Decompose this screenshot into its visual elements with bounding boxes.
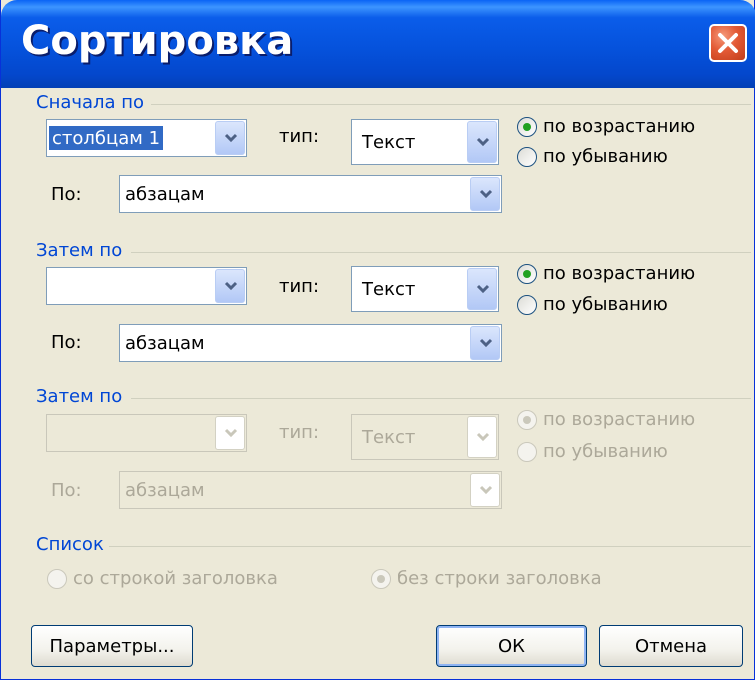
title-bar[interactable]: Сортировка: [1, 0, 755, 88]
section3-column-select[interactable]: [46, 414, 247, 452]
section3-label: Затем по: [36, 386, 123, 407]
dialog-title: Сортировка: [21, 18, 294, 64]
section1-asc-label[interactable]: по возрастанию: [543, 116, 695, 137]
chevron-down-icon: [215, 416, 245, 450]
chevron-down-icon[interactable]: [215, 269, 245, 303]
close-icon: [718, 33, 738, 53]
section1-type-value: Текст: [362, 131, 416, 153]
section3-asc-radio[interactable]: [517, 410, 537, 430]
section3-divider: [131, 398, 751, 399]
section2-by-select[interactable]: абзацам: [119, 324, 502, 362]
section2-divider: [131, 252, 751, 253]
section2-type-label: тип:: [279, 276, 320, 297]
section3-desc-radio[interactable]: [517, 442, 537, 462]
section2-desc-radio[interactable]: [517, 295, 537, 315]
section1-type-label: тип:: [279, 126, 320, 147]
sort-dialog: Сортировка Сначала по столбцам 1 тип: Те…: [0, 0, 755, 680]
section3-type-label: тип:: [279, 422, 320, 443]
section3-by-value: абзацам: [125, 479, 205, 501]
with-header-label[interactable]: со строкой заголовка: [73, 568, 278, 589]
section2-asc-label[interactable]: по возрастанию: [543, 263, 695, 284]
section2-desc-label[interactable]: по убыванию: [543, 294, 668, 315]
section3-asc-label[interactable]: по возрастанию: [543, 409, 695, 430]
section1-divider: [151, 104, 751, 105]
with-header-radio[interactable]: [47, 569, 67, 589]
chevron-down-icon[interactable]: [470, 177, 500, 211]
section3-type-value: Текст: [362, 426, 416, 448]
cancel-button[interactable]: Отмена: [599, 625, 743, 667]
chevron-down-icon: [467, 416, 497, 458]
section2-type-value: Текст: [362, 278, 416, 300]
section1-by-value: абзацам: [125, 183, 205, 205]
section1-asc-radio[interactable]: [517, 117, 537, 137]
section2-type-select[interactable]: Текст: [351, 266, 499, 312]
list-divider: [109, 546, 751, 547]
section2-label: Затем по: [36, 240, 123, 261]
section1-type-select[interactable]: Текст: [351, 119, 499, 165]
section2-asc-radio[interactable]: [517, 264, 537, 284]
section1-desc-label[interactable]: по убыванию: [543, 146, 668, 167]
section1-column-select[interactable]: столбцам 1: [46, 119, 247, 157]
section2-by-value: абзацам: [125, 332, 205, 354]
chevron-down-icon[interactable]: [467, 268, 497, 310]
section1-column-value: столбцам 1: [49, 126, 164, 150]
section1-by-select[interactable]: абзацам: [119, 175, 502, 213]
section1-label: Сначала по: [36, 92, 145, 113]
chevron-down-icon[interactable]: [467, 121, 497, 163]
chevron-down-icon: [470, 473, 500, 507]
list-label: Список: [36, 534, 104, 555]
section1-by-label: По:: [51, 184, 82, 205]
section3-type-select[interactable]: Текст: [351, 414, 499, 460]
chevron-down-icon[interactable]: [215, 121, 245, 155]
options-button[interactable]: Параметры...: [31, 625, 193, 667]
chevron-down-icon[interactable]: [470, 326, 500, 360]
section3-desc-label[interactable]: по убыванию: [543, 441, 668, 462]
section3-by-select[interactable]: абзацам: [119, 471, 502, 509]
section3-by-label: По:: [51, 480, 82, 501]
section1-desc-radio[interactable]: [517, 147, 537, 167]
no-header-radio[interactable]: [371, 569, 391, 589]
no-header-label[interactable]: без строки заголовка: [397, 568, 602, 589]
close-button[interactable]: [709, 24, 747, 62]
ok-button[interactable]: ОК: [436, 625, 587, 667]
section2-column-select[interactable]: [46, 267, 247, 305]
section2-by-label: По:: [51, 332, 82, 353]
